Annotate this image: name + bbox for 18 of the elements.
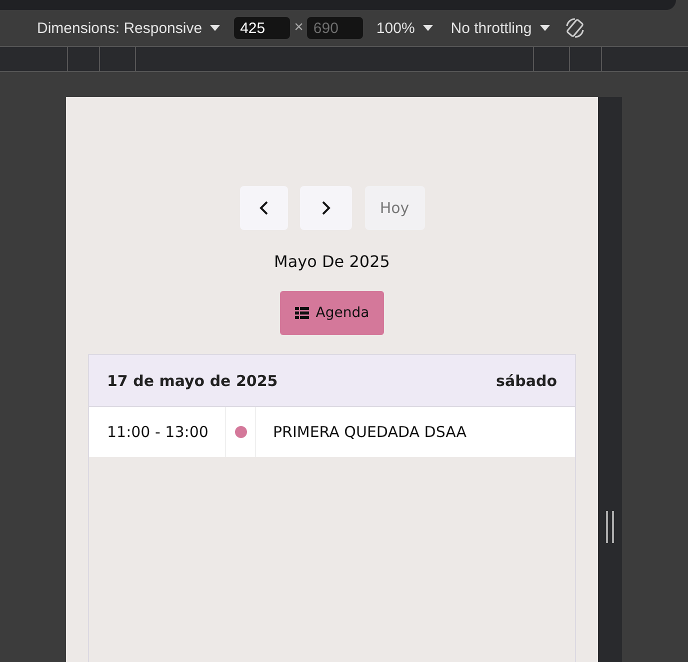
resize-handle[interactable] xyxy=(606,511,614,543)
height-field[interactable]: 690 xyxy=(307,17,364,39)
event-time: 11:00 - 13:00 xyxy=(89,407,226,457)
event-title: PRIMERA QUEDADA DSAA xyxy=(272,423,467,441)
weekday-label: sábado xyxy=(496,372,557,390)
chevron-right-icon xyxy=(320,200,330,216)
list-icon xyxy=(294,307,309,319)
width-field[interactable]: 425 xyxy=(234,17,290,39)
event-row[interactable]: 11:00 - 13:00 PRIMERA QUEDADA DSAA xyxy=(89,407,575,457)
month-title: Mayo De 2025 xyxy=(274,252,390,271)
rotate-icon[interactable] xyxy=(564,17,586,39)
agenda-button[interactable]: Agenda xyxy=(280,291,384,335)
chevron-left-icon xyxy=(258,200,268,216)
date-label: 17 de mayo de 2025 xyxy=(107,372,278,390)
throttling-dropdown[interactable]: No throttling xyxy=(450,20,550,36)
times-sign: × xyxy=(294,19,304,37)
dimensions-dropdown[interactable]: Dimensions: Responsive xyxy=(37,20,220,36)
zoom-dropdown[interactable]: 100% xyxy=(376,20,433,36)
